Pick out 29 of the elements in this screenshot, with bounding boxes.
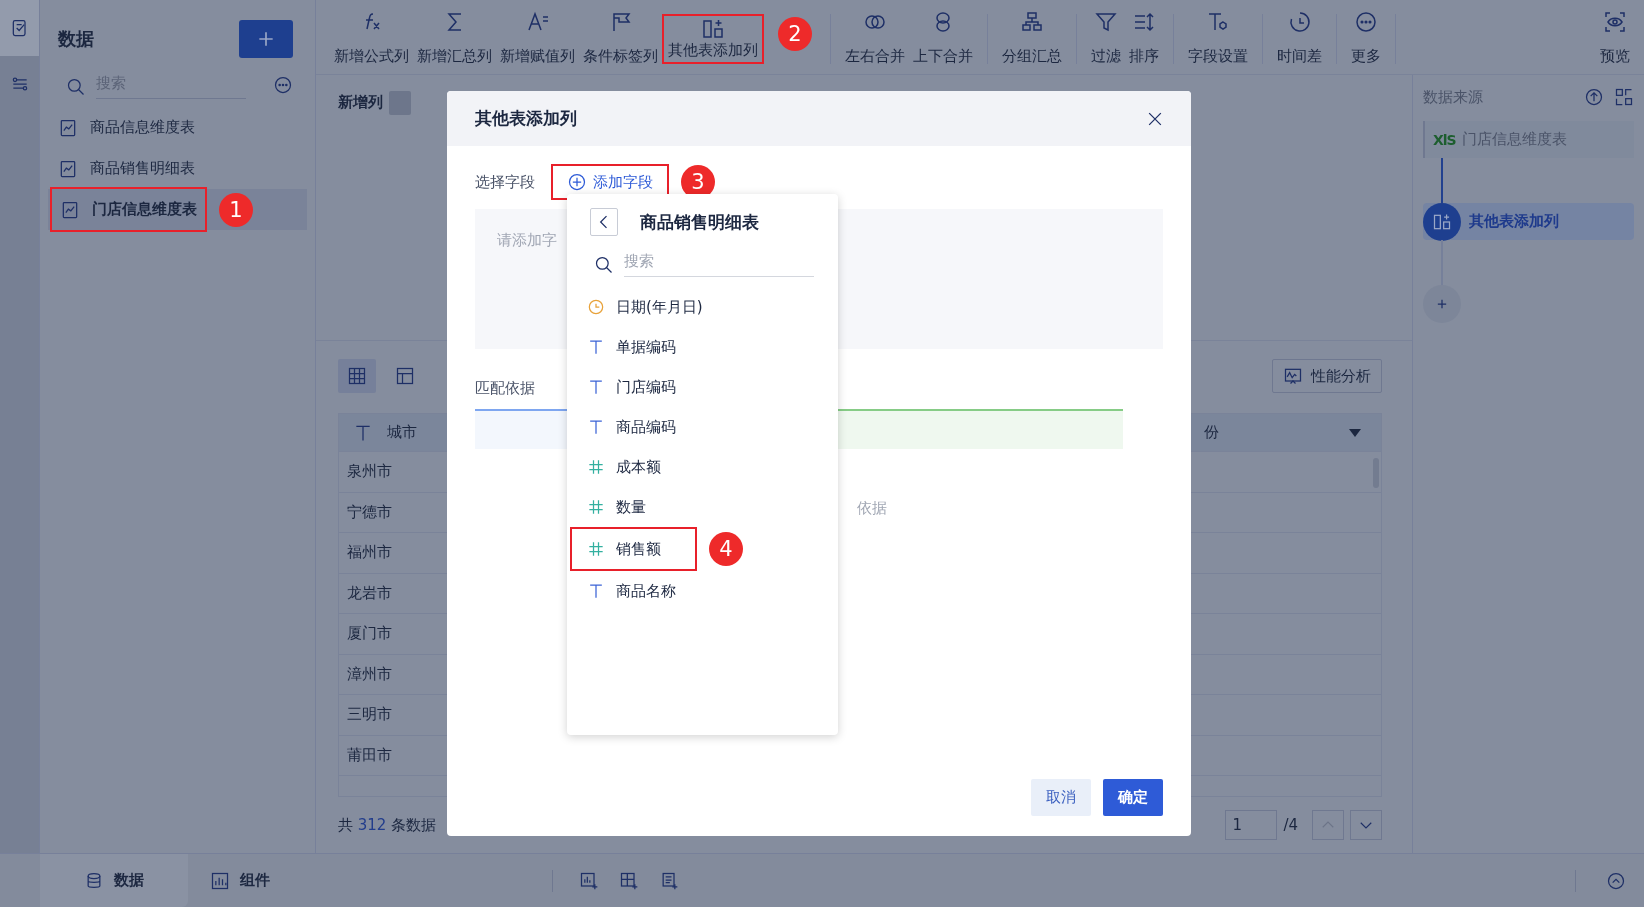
table-cell-text: 泉州市 — [346, 462, 393, 482]
field-label: 选择字段 — [475, 172, 535, 192]
table-cell-text: 福州市 — [346, 543, 393, 563]
table-name: 门店信息维度表 — [92, 200, 197, 219]
dialog-title: 其他表添加列 — [475, 107, 577, 130]
table-cell-text: 漳州市 — [346, 664, 393, 684]
step-label: 其他表添加列 — [1469, 212, 1559, 231]
table-cell-text: 三明市 — [346, 705, 393, 725]
section-title: 新增列 — [338, 93, 383, 112]
table-cell-text: 宁德市 — [346, 502, 393, 522]
picker-title: 商品销售明细表 — [640, 210, 759, 234]
callout-badge: 4 — [709, 532, 743, 566]
panel-title: 数据来源 — [1423, 87, 1483, 107]
callout-badge: 1 — [219, 192, 253, 227]
table-name: 商品信息维度表 — [90, 118, 195, 137]
column-name: 份 — [1204, 423, 1219, 442]
table-cell-text: 厦门市 — [346, 624, 393, 644]
page-count: /4 — [1283, 816, 1298, 834]
table-cell-text: 龙岩市 — [346, 583, 393, 603]
column-name: 城市 — [387, 423, 417, 442]
table-name: 商品销售明细表 — [90, 159, 195, 178]
table-cell-text: 莆田市 — [346, 745, 393, 765]
file-type-label: XlS — [1433, 131, 1456, 148]
section-label: 匹配依据 — [475, 379, 535, 399]
row-count: 共 312 条数据 — [338, 815, 437, 835]
placeholder-text: 请添加字 — [497, 231, 557, 249]
callout-badge: 2 — [778, 17, 812, 52]
panel-title: 数据 — [58, 27, 94, 51]
placeholder-text: 依据 — [857, 499, 888, 518]
